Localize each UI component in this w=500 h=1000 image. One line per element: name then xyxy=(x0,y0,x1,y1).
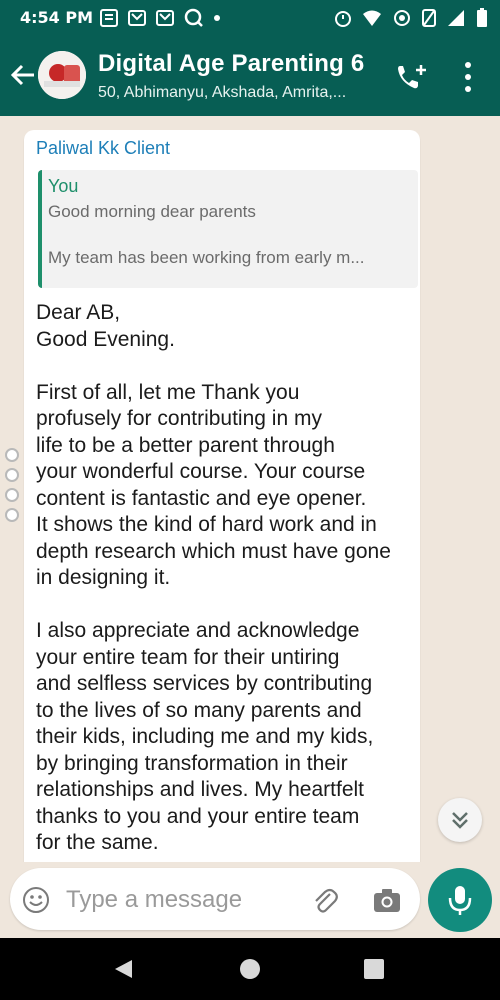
quoted-line-1: Good morning dear parents xyxy=(48,202,256,221)
selection-indicators xyxy=(5,448,19,528)
notification-icons xyxy=(100,8,220,28)
avatar-image xyxy=(38,51,86,99)
chat-header: Digital Age Parenting 6 50, Abhimanyu, A… xyxy=(0,36,500,116)
microphone-icon xyxy=(448,886,472,915)
nav-home-icon[interactable] xyxy=(239,958,261,980)
voice-record-button[interactable] xyxy=(428,868,492,932)
selection-circle xyxy=(5,448,19,462)
chat-participants[interactable]: 50, Abhimanyu, Akshada, Amrita,... xyxy=(98,84,378,102)
gmail-icon-2 xyxy=(156,10,174,26)
no-sim-icon xyxy=(422,9,436,27)
double-chevron-down-icon xyxy=(452,812,468,829)
message-input-field[interactable]: Type a message xyxy=(10,868,420,930)
scroll-to-bottom-button[interactable] xyxy=(438,798,482,842)
status-bar: 4:54 PM xyxy=(0,0,500,36)
emoji-icon[interactable] xyxy=(22,886,50,914)
message-sender[interactable]: Paliwal Kk Client xyxy=(36,138,170,159)
gmail-icon xyxy=(128,10,146,26)
notification-app-icon xyxy=(100,9,118,27)
camera-icon[interactable] xyxy=(372,886,402,914)
back-arrow-icon[interactable] xyxy=(10,64,36,86)
wifi-icon xyxy=(363,10,381,26)
message-composer: Type a message xyxy=(0,862,500,938)
hotspot-icon xyxy=(394,10,410,26)
quoted-line-2: My team has been working from early m... xyxy=(48,248,365,267)
system-navigation-bar xyxy=(0,938,500,1000)
signal-icon xyxy=(448,10,464,26)
attach-icon[interactable] xyxy=(310,886,338,914)
selection-circle xyxy=(5,508,19,522)
selection-circle xyxy=(5,488,19,502)
message-bubble[interactable]: Paliwal Kk Client You Good morning dear … xyxy=(24,130,420,890)
group-avatar[interactable] xyxy=(38,51,86,99)
battery-icon xyxy=(477,8,487,27)
nav-back-icon[interactable] xyxy=(112,958,134,980)
message-body: Dear AB, Good Evening. First of all, let… xyxy=(36,301,391,854)
chat-title[interactable]: Digital Age Parenting 6 xyxy=(98,50,364,78)
system-icons xyxy=(334,8,488,28)
dot-icon xyxy=(214,15,220,21)
nav-recents-icon[interactable] xyxy=(363,958,385,980)
search-app-icon xyxy=(184,8,203,27)
quoted-message[interactable]: You Good morning dear parents My team ha… xyxy=(38,170,418,288)
alarm-icon xyxy=(335,11,351,27)
more-options-icon[interactable] xyxy=(458,60,478,94)
quoted-author: You xyxy=(48,176,79,196)
status-time: 4:54 PM xyxy=(20,8,94,27)
chat-area[interactable]: Paliwal Kk Client You Good morning dear … xyxy=(0,116,500,890)
add-call-icon[interactable] xyxy=(394,62,428,92)
selection-circle xyxy=(5,468,19,482)
message-placeholder[interactable]: Type a message xyxy=(66,886,242,914)
